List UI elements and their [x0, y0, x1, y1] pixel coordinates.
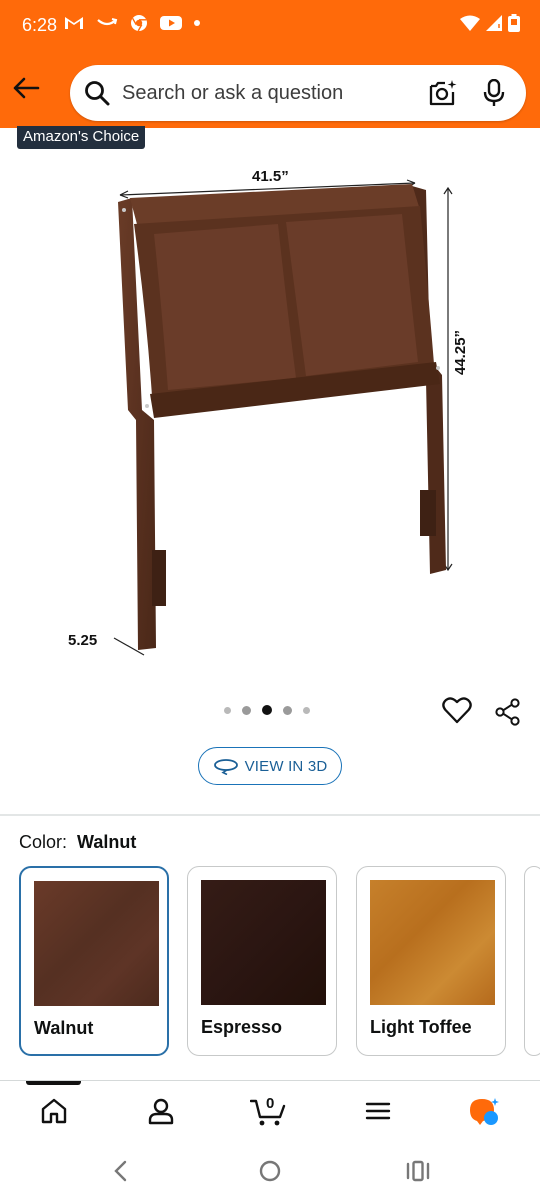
color-option-walnut[interactable]: Walnut	[19, 866, 169, 1056]
product-image[interactable]: 41.5” 44.25” 5.25	[50, 150, 490, 670]
carousel-dot[interactable]	[283, 705, 292, 715]
color-option-label: Espresso	[201, 1017, 283, 1037]
color-option-label: Light Toffee	[370, 1017, 472, 1037]
status-bar: 6:28	[0, 0, 540, 52]
color-option-more[interactable]	[524, 866, 540, 1056]
gmail-icon	[65, 17, 83, 29]
rufus-icon[interactable]	[468, 1097, 502, 1127]
espresso-swatch	[201, 880, 326, 1005]
search-icon	[85, 81, 110, 106]
home-icon[interactable]	[40, 1097, 68, 1125]
amazons-choice-badge: Amazon's Choice	[17, 126, 146, 149]
search-input[interactable]	[122, 79, 412, 107]
image-carousel-dots[interactable]	[224, 705, 310, 715]
microphone-icon[interactable]	[482, 79, 506, 107]
battery-icon	[508, 14, 520, 32]
width-dimension-label: 41.5”	[252, 168, 289, 185]
search-bar[interactable]	[70, 65, 526, 121]
color-key-label: Color:	[19, 832, 68, 852]
light-toffee-swatch	[370, 880, 495, 1005]
view-in-3d-button[interactable]: VIEW IN 3D	[198, 747, 342, 785]
chrome-icon	[131, 15, 147, 32]
view-in-3d-label: VIEW IN 3D	[244, 757, 328, 775]
back-button[interactable]	[12, 76, 46, 106]
depth-dimension-label: 5.25	[68, 632, 98, 649]
selected-color-value: Walnut	[77, 832, 137, 852]
status-notification-icons	[64, 14, 200, 32]
carousel-dot-active[interactable]	[262, 705, 272, 715]
status-system-icons	[460, 14, 520, 32]
color-selection-label: Color: Walnut	[19, 832, 136, 853]
system-home-icon[interactable]	[258, 1159, 282, 1183]
cart-count: 0	[266, 1095, 275, 1112]
system-navigation-bar	[0, 1142, 540, 1200]
wishlist-heart-icon[interactable]	[442, 696, 472, 724]
carousel-dot[interactable]	[303, 706, 310, 714]
system-back-icon[interactable]	[112, 1160, 128, 1182]
menu-icon[interactable]	[364, 1097, 392, 1125]
color-option-label: Walnut	[34, 1018, 94, 1038]
section-divider	[0, 814, 540, 816]
headboard-image	[113, 179, 453, 656]
back-arrow-icon	[13, 77, 40, 99]
walnut-swatch	[34, 881, 159, 1006]
system-recents-icon[interactable]	[406, 1160, 430, 1182]
signal-icon	[486, 15, 502, 31]
carousel-dot[interactable]	[242, 705, 251, 715]
wifi-icon	[460, 15, 480, 31]
color-option-light-toffee[interactable]: Light Toffee	[356, 866, 506, 1056]
share-icon[interactable]	[494, 698, 522, 726]
active-tab-indicator	[26, 1081, 81, 1085]
app-header: 6:28	[0, 0, 540, 128]
more-dot-icon	[194, 20, 200, 26]
rotate-3d-icon	[213, 759, 238, 775]
status-time: 6:28	[22, 15, 58, 35]
camera-search-icon[interactable]	[428, 79, 458, 107]
carousel-dot[interactable]	[224, 706, 231, 714]
height-dimension-label: 44.25”	[452, 329, 469, 375]
amazon-smile-icon	[97, 18, 118, 26]
account-icon[interactable]	[147, 1097, 175, 1125]
color-option-espresso[interactable]: Espresso	[187, 866, 337, 1056]
youtube-icon	[160, 16, 182, 30]
